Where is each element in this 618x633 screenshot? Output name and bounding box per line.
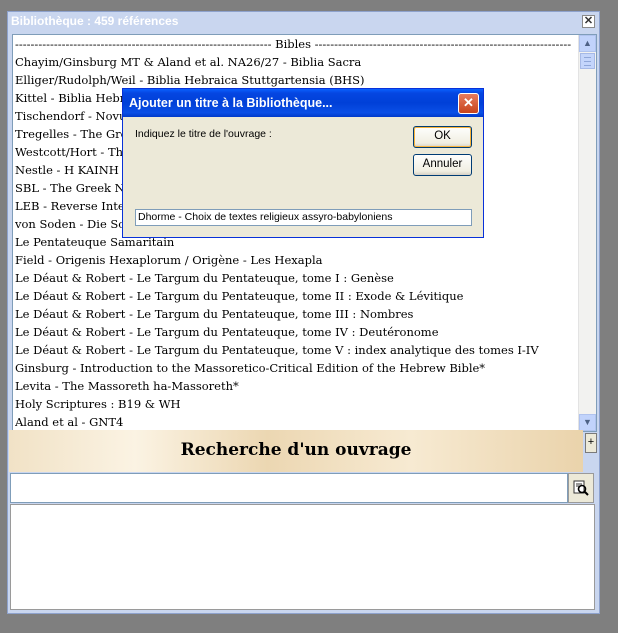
title-input[interactable]: Dhorme - Choix de textes religieux assyr… <box>135 209 472 226</box>
window-title: Bibliothèque : 459 références <box>8 12 599 31</box>
cancel-button[interactable]: Annuler <box>413 154 472 176</box>
list-item[interactable]: Aland et al - GNT4 <box>15 413 578 431</box>
chevron-down-icon: ▼ <box>583 417 592 427</box>
list-item[interactable]: Le Déaut & Robert - Le Targum du Pentate… <box>15 341 578 359</box>
list-item[interactable]: Ginsburg - Introduction to the Massoreti… <box>15 359 578 377</box>
list-item[interactable]: Le Déaut & Robert - Le Targum du Pentate… <box>15 305 578 323</box>
search-field[interactable] <box>10 473 568 503</box>
scroll-thumb[interactable] <box>580 53 595 69</box>
list-scrollbar[interactable]: ▲ ▼ <box>578 35 596 431</box>
search-binoculars-icon <box>573 480 589 496</box>
search-title: Recherche d'un ouvrage <box>180 440 412 460</box>
close-icon: ✕ <box>583 15 594 27</box>
list-item[interactable]: Field - Origenis Hexaplorum / Origène - … <box>15 251 578 269</box>
list-item[interactable]: Chayim/Ginsburg MT & Aland et al. NA26/2… <box>15 53 578 71</box>
list-item[interactable]: Levita - The Massoreth ha-Massoreth* <box>15 377 578 395</box>
scroll-up-button[interactable]: ▲ <box>579 35 596 52</box>
list-item[interactable]: Le Déaut & Robert - Le Targum du Pentate… <box>15 287 578 305</box>
list-item[interactable]: Le Déaut & Robert - Le Targum du Pentate… <box>15 323 578 341</box>
chevron-up-icon: ▲ <box>583 38 592 48</box>
add-title-dialog: Ajouter un titre à la Bibliothèque... ✕ … <box>122 88 484 238</box>
list-item[interactable]: Elliger/Rudolph/Weil - Biblia Hebraica S… <box>15 71 578 89</box>
search-results[interactable] <box>10 504 595 610</box>
window-close-button[interactable]: ✕ <box>582 15 595 28</box>
ok-button[interactable]: OK <box>413 126 472 148</box>
expand-button[interactable]: + <box>585 433 597 453</box>
dialog-close-button[interactable]: ✕ <box>458 93 479 114</box>
search-header-band: Recherche d'un ouvrage <box>9 430 583 472</box>
scroll-down-button[interactable]: ▼ <box>579 414 596 431</box>
search-button[interactable] <box>568 473 594 503</box>
search-input[interactable] <box>11 474 567 502</box>
list-item[interactable]: Holy Scriptures : B19 & WH <box>15 395 578 413</box>
close-icon: ✕ <box>463 95 474 110</box>
list-section-header: ----------------------------------------… <box>15 37 572 51</box>
dialog-title: Ajouter un titre à la Bibliothèque... <box>123 89 483 117</box>
dialog-prompt: Indiquez le titre de l'ouvrage : <box>135 128 272 140</box>
list-item[interactable]: Le Déaut & Robert - Le Targum du Pentate… <box>15 269 578 287</box>
